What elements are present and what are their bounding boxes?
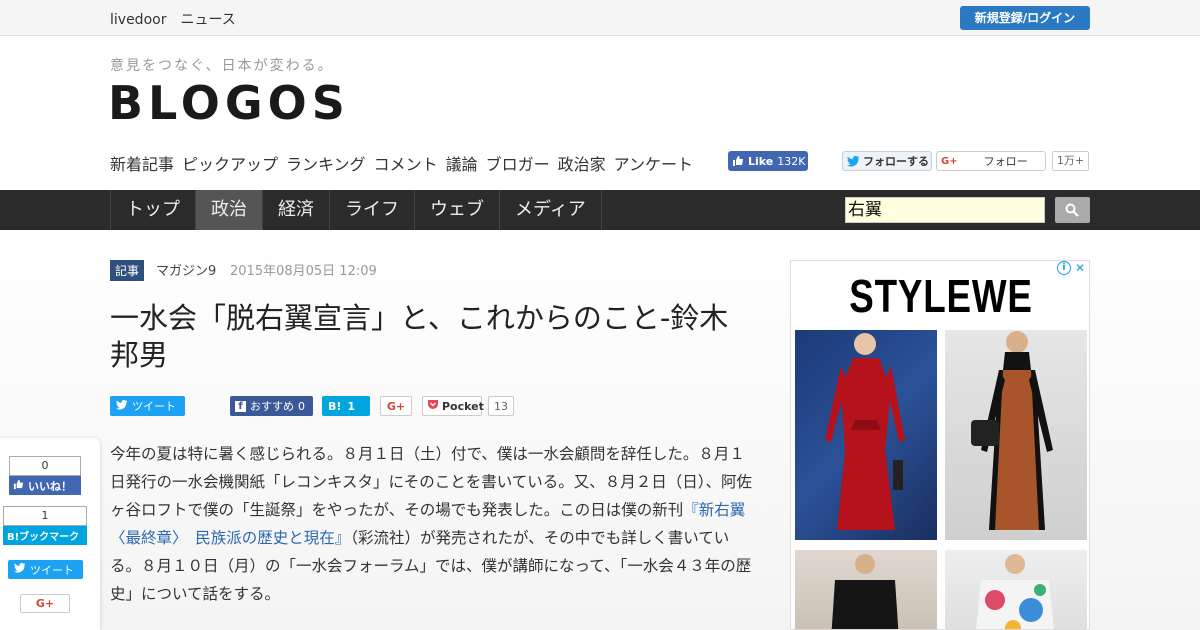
subnav-pickup[interactable]: ピックアップ <box>182 151 278 175</box>
sub-navigation: 新着記事 ピックアップ ランキング コメント 議論 ブロガー 政治家 アンケート <box>110 151 693 175</box>
nav-media[interactable]: メディア <box>500 190 602 230</box>
advertisement[interactable]: i ✕ STYLEWE <box>790 260 1090 630</box>
category-badge[interactable]: 記事 <box>110 260 145 281</box>
pocket-icon <box>427 399 439 413</box>
subnav-politicians[interactable]: 政治家 <box>558 151 606 175</box>
subnav-ranking[interactable]: ランキング <box>286 151 366 175</box>
google-plus-share-button[interactable]: G+ <box>380 396 412 416</box>
google-plus-icon: G+ <box>941 155 958 167</box>
hatena-bookmark-button[interactable]: B! 1 <box>322 396 370 416</box>
floating-hatena-button[interactable]: B!ブックマーク <box>3 526 87 545</box>
ad-brand-logo[interactable]: STYLEWE <box>821 269 1061 323</box>
article-body-text-1: 今年の夏は特に暑く感じられる。８月１日（土）付で、僕は一水会顧問を辞任した。８月… <box>110 445 753 519</box>
subnav-new-articles[interactable]: 新着記事 <box>110 151 174 175</box>
nav-life[interactable]: ライフ <box>330 190 415 230</box>
floating-hatena-count: 1 <box>3 506 87 526</box>
article-date: 2015年08月05日 12:09 <box>230 264 377 279</box>
ad-product-floral-dress[interactable] <box>945 550 1087 629</box>
google-plus-count: 1万+ <box>1052 151 1089 171</box>
nav-web[interactable]: ウェブ <box>415 190 500 230</box>
floating-like-label: いいね！ <box>28 479 72 493</box>
twitter-bird-icon <box>14 562 26 576</box>
ad-product-red-dress[interactable] <box>795 330 937 540</box>
thumbs-up-icon <box>13 479 24 493</box>
google-plus-follow-label: フォロー <box>983 155 1028 168</box>
top-bar: livedoor ニュース 新規登録/ログイン <box>0 0 1200 36</box>
twitter-follow-button[interactable]: フォローする <box>842 151 932 171</box>
register-login-button[interactable]: 新規登録/ログイン <box>960 6 1090 30</box>
pocket-count: 13 <box>488 396 514 416</box>
like-label: Like <box>748 154 774 168</box>
floating-like-button[interactable]: いいね！ <box>9 476 81 495</box>
article-source[interactable]: マガジン9 <box>156 260 216 279</box>
twitter-bird-icon <box>116 399 128 413</box>
blogos-logo[interactable]: BLOGOS <box>108 76 350 130</box>
subnav-bloggers[interactable]: ブロガー <box>486 151 550 175</box>
google-plus-icon: G+ <box>35 597 55 610</box>
nav-politics[interactable]: 政治 <box>196 190 263 230</box>
livedoor-news-link[interactable]: livedoor ニュース <box>110 9 236 29</box>
google-plus-follow-button[interactable]: G+ フォロー <box>936 151 1046 171</box>
pocket-button[interactable]: Pocket <box>422 396 484 416</box>
tweet-button[interactable]: ツイート <box>110 396 185 416</box>
recommend-count: 0 <box>298 399 305 413</box>
subnav-comments[interactable]: コメント <box>374 151 438 175</box>
facebook-icon: f <box>235 400 246 412</box>
hatena-count: 1 <box>347 399 356 413</box>
tweet-label: ツイート <box>132 400 176 413</box>
article-body: 今年の夏は特に暑く感じられる。８月１日（土）付で、僕は一水会顧問を辞任した。８月… <box>110 440 755 608</box>
ad-product-black-dress[interactable] <box>795 550 937 629</box>
nav-economy[interactable]: 経済 <box>263 190 330 230</box>
floating-tweet-label: ツイート <box>30 563 74 577</box>
facebook-like-button[interactable]: Like 132K <box>728 151 808 171</box>
pocket-label: Pocket <box>442 399 484 413</box>
recommend-label: おすすめ <box>250 400 294 413</box>
site-tagline: 意見をつなぐ、日本が変わる。 <box>110 58 334 74</box>
search-button[interactable] <box>1055 197 1090 223</box>
ad-product-brown-dress[interactable] <box>945 330 1087 540</box>
search-input[interactable]: 右翼 <box>845 197 1045 223</box>
hatena-bookmark-icon: B! <box>328 399 342 413</box>
thumbs-up-icon <box>732 155 744 167</box>
subnav-survey[interactable]: アンケート <box>614 151 693 175</box>
google-plus-icon: G+ <box>386 399 406 413</box>
like-count: 132K <box>777 154 806 168</box>
search-icon <box>1065 203 1079 217</box>
ad-close-icon[interactable]: ✕ <box>1073 261 1087 275</box>
twitter-bird-icon <box>847 155 860 167</box>
article-title: 一水会「脱右翼宣言」と、これからのこと-鈴木邦男 <box>110 301 729 372</box>
floating-tweet-button[interactable]: ツイート <box>8 560 83 579</box>
main-navigation: トップ 政治 経済 ライフ ウェブ メディア 右翼 <box>0 190 1200 230</box>
subnav-discussion[interactable]: 議論 <box>446 151 478 175</box>
floating-like-count: 0 <box>9 456 81 476</box>
floating-google-plus-button[interactable]: G+ <box>20 594 70 613</box>
nav-top[interactable]: トップ <box>111 190 196 230</box>
facebook-recommend-button[interactable]: f おすすめ 0 <box>230 396 313 416</box>
twitter-follow-label: フォローする <box>863 155 929 168</box>
